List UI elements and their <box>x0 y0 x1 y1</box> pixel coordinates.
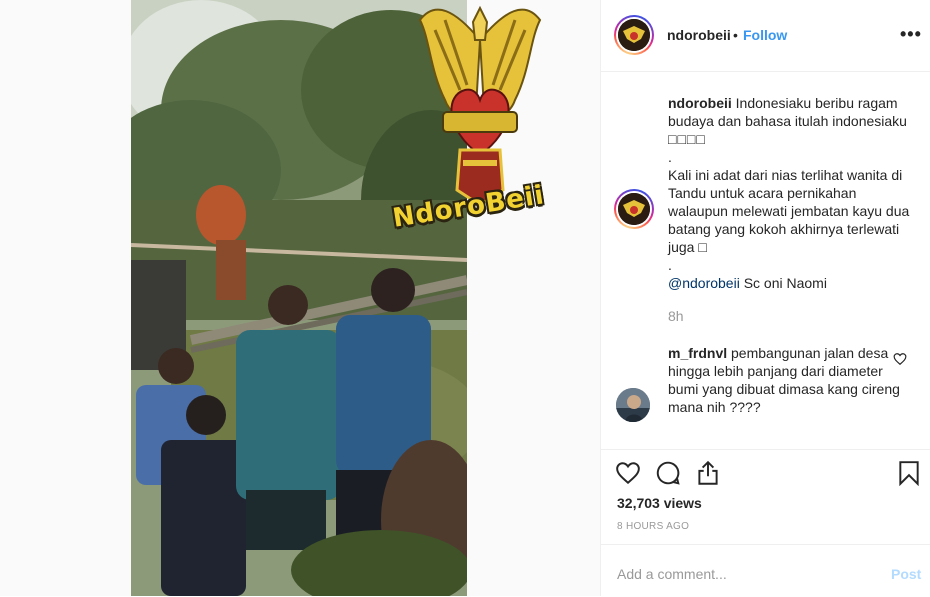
caption-dot-2: . <box>668 257 672 273</box>
caption-timestamp[interactable]: 8h <box>668 308 684 324</box>
media-panel: NdoroBeii <box>0 0 600 596</box>
more-options-icon[interactable]: ••• <box>900 24 922 45</box>
caption-symbols: □□□□ <box>668 131 706 147</box>
view-count[interactable]: 32,703 views <box>617 495 702 511</box>
ndorobeii-logo-icon <box>418 5 542 207</box>
comment-item: m_frdnvl pembangunan jalan desa hingga l… <box>668 344 914 416</box>
commenter-avatar[interactable] <box>616 388 650 422</box>
comment-input[interactable]: Add a comment... <box>617 566 727 582</box>
add-comment-bar: Add a comment... Post <box>601 544 930 597</box>
caption-avatar-emblem-icon <box>618 193 650 225</box>
post-header: ndorobeii • Follow ••• <box>601 0 930 72</box>
caption-username[interactable]: ndorobeii <box>668 95 732 111</box>
caption-mention-link[interactable]: @ndorobeii <box>668 275 740 291</box>
caption-dot-1: . <box>668 149 672 165</box>
save-icon[interactable] <box>898 460 920 486</box>
commenter-photo-icon <box>616 388 650 422</box>
post-comment-button[interactable]: Post <box>891 566 921 582</box>
like-icon[interactable] <box>615 460 641 486</box>
post-sidebar: ndorobeii • Follow ••• ndorobeii Indones… <box>600 0 930 596</box>
comment-like-icon[interactable] <box>893 352 907 366</box>
author-username[interactable]: ndorobeii <box>667 27 731 43</box>
comment-icon[interactable] <box>655 460 681 486</box>
action-bar <box>601 449 930 450</box>
caption-text-2: Kali ini adat dari nias terlihat wanita … <box>668 167 910 255</box>
follow-button[interactable]: Follow <box>743 27 787 43</box>
comment-username[interactable]: m_frdnvl <box>668 345 727 361</box>
separator-dot: • <box>733 27 738 43</box>
caption-author-avatar[interactable] <box>614 189 654 229</box>
author-avatar-emblem-icon <box>618 19 650 51</box>
caption-credit: Sc oni Naomi <box>739 275 827 291</box>
post-time: 8 HOURS AGO <box>617 521 690 532</box>
share-icon[interactable] <box>695 459 721 487</box>
author-avatar[interactable] <box>614 15 654 55</box>
post-caption: ndorobeii Indonesiaku beribu ragam buday… <box>668 94 914 292</box>
